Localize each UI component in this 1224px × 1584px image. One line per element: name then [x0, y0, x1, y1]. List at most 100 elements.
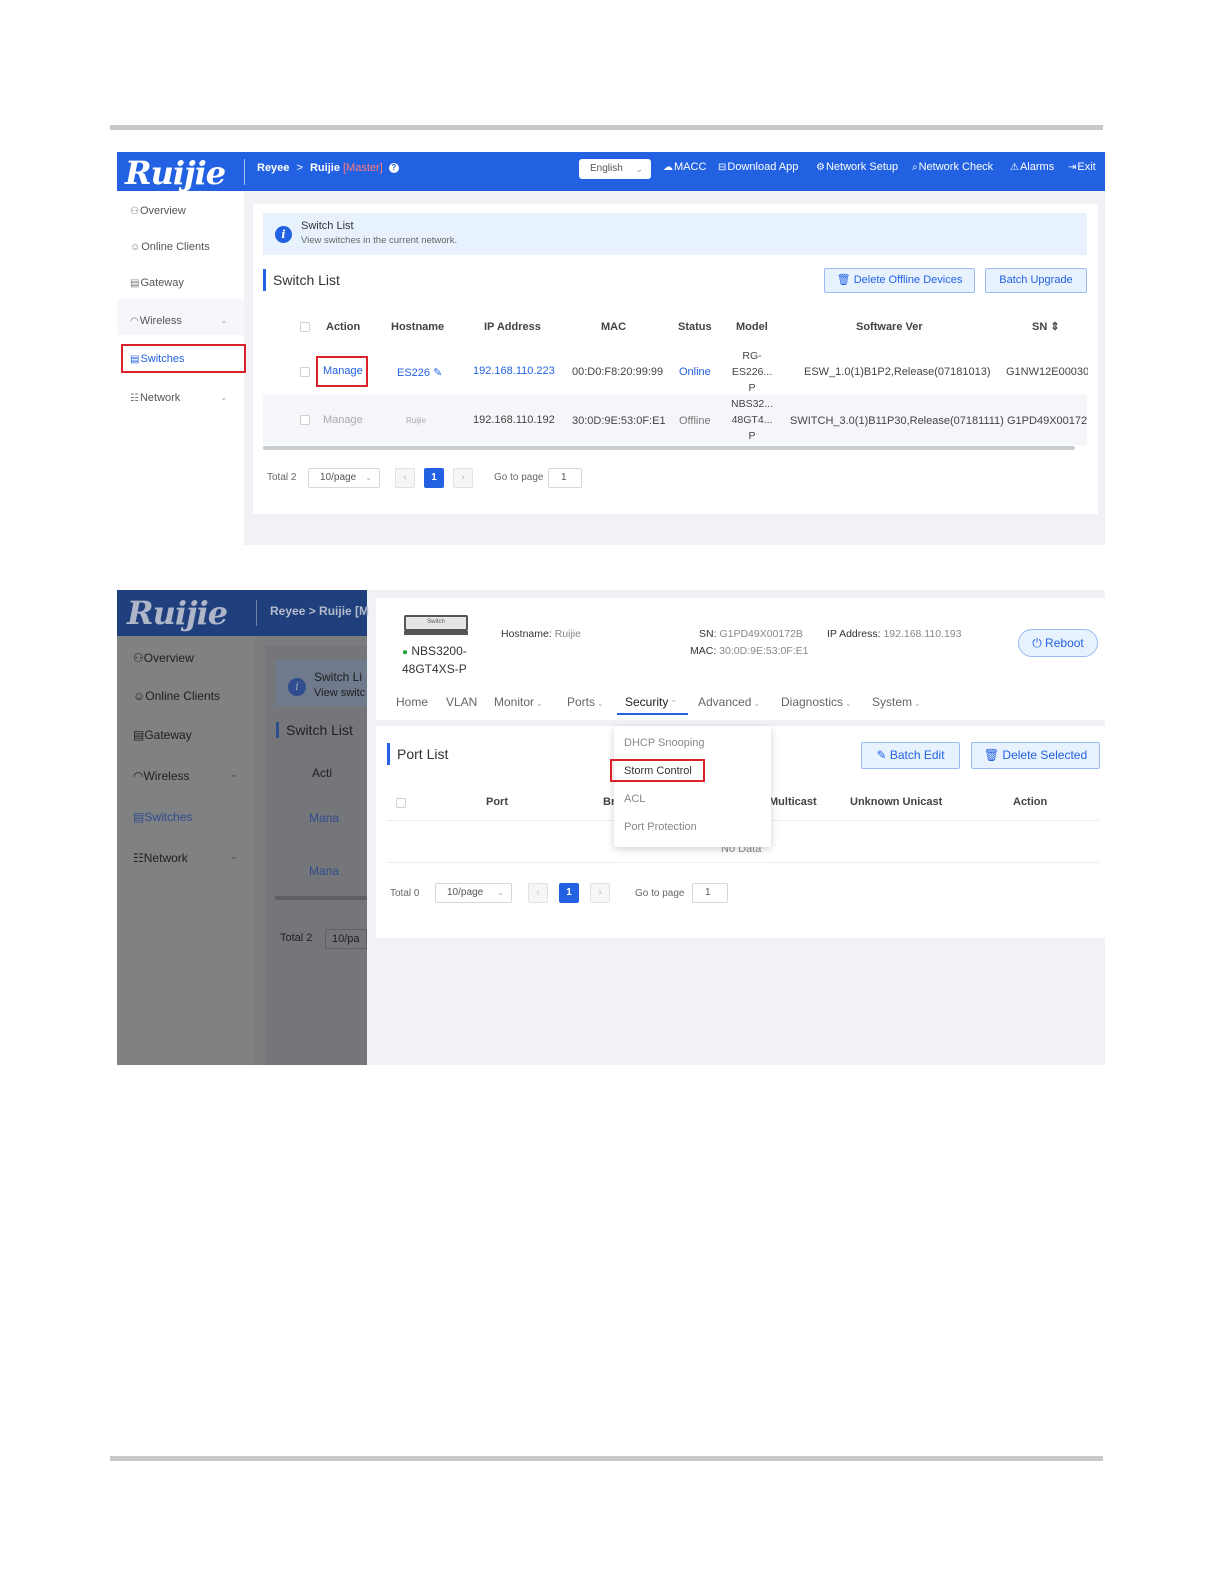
menu-item-port-protection[interactable]: Port Protection — [624, 821, 697, 833]
sidebar-item-network[interactable]: ☷Network ⌄ — [130, 392, 228, 404]
col-sn[interactable]: SN ⇕ — [1032, 320, 1060, 333]
select-all-checkbox[interactable] — [300, 322, 310, 332]
sidebar-item-gateway[interactable]: ▤Gateway — [130, 277, 184, 289]
chevron-down-icon: ⌄ — [845, 699, 852, 708]
col-action: Action — [1013, 796, 1048, 808]
menu-monitor[interactable]: Monitor ⌄ — [494, 695, 543, 709]
breadcrumb: Reyee > Ruijie [Master] ? — [257, 162, 399, 174]
device-model: ● NBS3200- 48GT4XS-P — [402, 643, 467, 678]
info-subtitle: View switches in the current network. — [301, 235, 458, 246]
breadcrumb-root[interactable]: Reyee — [257, 162, 289, 174]
help-icon[interactable]: ? — [388, 163, 399, 173]
chevron-down-icon: ⌄ — [597, 699, 604, 708]
breadcrumb-current: Ruijie — [309, 162, 340, 174]
batch-edit-button[interactable]: ✎ Batch Edit — [861, 742, 960, 769]
model-line: P — [748, 382, 756, 394]
dimmed-info-banner: i Switch Li View switc — [275, 660, 367, 706]
next-page-button[interactable]: › — [590, 883, 610, 903]
goto-page-input[interactable]: 1 — [548, 468, 582, 488]
menu-advanced[interactable]: Advanced ⌄ — [698, 695, 760, 709]
nav-download-app-label: Download App — [727, 161, 799, 173]
col-multicast: Multicast — [769, 796, 817, 808]
menu-diagnostics[interactable]: Diagnostics ⌄ — [781, 695, 852, 709]
chevron-down-icon: ⌄ — [365, 473, 372, 482]
page-1-button[interactable]: 1 — [424, 468, 444, 488]
chevron-up-icon: ⌃ — [670, 699, 678, 708]
select-all-checkbox[interactable] — [396, 798, 406, 808]
reboot-button[interactable]: ⏻ Reboot — [1018, 629, 1098, 657]
page-size-select[interactable]: 10/page ⌄ — [308, 468, 380, 488]
ip-address-value: 192.168.110.192 — [473, 414, 555, 426]
nav-alarms[interactable]: ⚠Alarms — [1010, 161, 1054, 173]
model-value: RG- ES226... P — [727, 348, 777, 396]
goto-page-input[interactable]: 1 — [692, 883, 728, 903]
chevron-down-icon: ⌄ — [497, 888, 504, 897]
sidebar-item-wireless[interactable]: ◠Wireless ⌄ — [130, 315, 228, 327]
page-size-value: 10/page — [320, 472, 357, 483]
sidebar-item-online-clients[interactable]: ☺Online Clients — [130, 241, 210, 253]
row-checkbox[interactable] — [300, 367, 310, 377]
device-model-line: 48GT4XS-P — [402, 662, 467, 676]
switch-device-icon: Switch — [404, 615, 468, 635]
nav-network-setup-label: Network Setup — [825, 161, 899, 173]
sidebar-item-label: Overview — [143, 651, 194, 665]
menu-system[interactable]: System ⌄ — [872, 695, 921, 709]
batch-upgrade-button[interactable]: Batch Upgrade — [985, 268, 1087, 293]
dimmed-page-size: 10/pa — [325, 929, 367, 949]
page-size-select[interactable]: 10/page ⌄ — [435, 883, 512, 903]
manage-button[interactable]: Manage — [323, 414, 363, 426]
hostname-edit-link[interactable]: ES226 ✎ — [397, 366, 442, 379]
chevron-down-icon: ⌄ — [914, 699, 921, 708]
logo-divider — [256, 600, 257, 626]
delete-offline-devices-button[interactable]: 🗑 Delete Offline Devices — [824, 268, 975, 293]
device-security-screenshot: Ruijie Reyee > Ruijie [M ⚇Overview ☺Onli… — [117, 590, 1105, 1065]
col-software-ver: Software Ver — [856, 321, 923, 333]
col-hostname: Hostname — [391, 321, 445, 333]
nav-network-check[interactable]: ⌕Network Check — [912, 161, 993, 173]
prev-page-button[interactable]: ‹ — [395, 468, 415, 488]
language-select[interactable]: English ⌄ — [579, 159, 651, 179]
nav-download-app[interactable]: ⊟Download App — [718, 161, 798, 173]
switch-list-screenshot: Ruijie Reyee > Ruijie [Master] ? English… — [117, 152, 1105, 545]
nav-network-check-label: Network Check — [918, 161, 994, 173]
row-checkbox[interactable] — [300, 415, 310, 425]
serial-number: G1NW12E00030 — [1006, 366, 1088, 378]
menu-item-dhcp-snooping[interactable]: DHCP Snooping — [624, 737, 705, 749]
menu-home[interactable]: Home — [396, 695, 428, 709]
goto-page-label: Go to page — [635, 888, 685, 899]
switches-highlight-box — [121, 344, 246, 373]
menu-ports[interactable]: Ports ⌄ — [567, 695, 604, 709]
master-tag: [Master] — [343, 162, 383, 174]
chevron-down-icon: ⌄ — [220, 392, 228, 402]
network-icon: ☷ — [130, 393, 139, 404]
delete-selected-button[interactable]: 🗑 Delete Selected — [971, 742, 1100, 769]
nav-exit[interactable]: ⇥Exit — [1068, 161, 1096, 173]
pagination-total: Total 2 — [267, 472, 297, 483]
col-model: Model — [736, 321, 768, 333]
switch-icon: ▤ — [133, 810, 145, 824]
menu-item-acl[interactable]: ACL — [624, 793, 645, 805]
mac-value: 30:0D:9E:53:0F:E1 — [719, 645, 809, 657]
page-1-button[interactable]: 1 — [559, 883, 579, 903]
hostname-value: Ruijie — [406, 416, 427, 425]
col-unknown-unicast: Unknown Unicast — [850, 796, 943, 808]
model-line: P — [748, 430, 756, 442]
prev-page-button[interactable]: ‹ — [528, 883, 548, 903]
nav-network-setup[interactable]: ⚙Network Setup — [816, 161, 898, 173]
info-banner: i Switch List View switches in the curre… — [263, 213, 1087, 255]
menu-vlan[interactable]: VLAN — [446, 695, 477, 709]
ruijie-logo[interactable]: Ruijie — [125, 154, 226, 192]
menu-security[interactable]: Security ⌃ — [625, 695, 677, 709]
sidebar-item-label: Network — [143, 851, 188, 865]
next-page-button[interactable]: › — [453, 468, 473, 488]
ip-address-link[interactable]: 192.168.110.223 — [473, 365, 555, 377]
horizontal-scrollbar[interactable] — [263, 446, 1075, 450]
wifi-icon: ◠ — [133, 769, 144, 783]
sidebar-item-overview[interactable]: ⚇Overview — [130, 205, 186, 217]
ip-label: IP Address: — [827, 628, 881, 640]
alarm-icon: ⚠ — [1010, 162, 1019, 173]
chevron-down-icon: ⌄ — [230, 769, 238, 779]
manage-highlight-box — [316, 356, 368, 387]
sidebar-item-wireless: ◠Wireless ⌄ — [133, 769, 238, 783]
nav-macc[interactable]: ☁MACC — [663, 161, 706, 173]
